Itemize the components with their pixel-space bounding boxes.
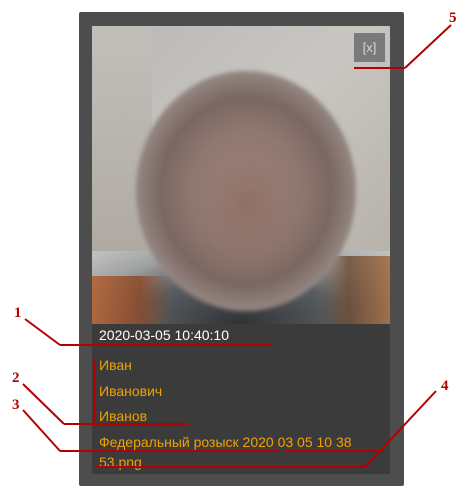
- close-button[interactable]: [x]: [354, 33, 385, 62]
- annotation-marker-5: 5: [449, 10, 457, 26]
- detection-timestamp: 2020-03-05 10:40:10: [99, 327, 229, 343]
- close-icon: [x]: [362, 40, 377, 55]
- person-first-name: Иван: [99, 357, 132, 373]
- watchlist-name: Федеральный розыск: [99, 434, 239, 450]
- person-last-name: Иванов: [99, 408, 148, 424]
- list-and-file: Федеральный розыск 2020 03 05 10 38 53.p…: [99, 432, 391, 472]
- annotation-line-5: [404, 24, 452, 69]
- face-photo: [92, 26, 390, 324]
- annotation-marker-4: 4: [441, 378, 449, 394]
- annotation-marker-3: 3: [12, 397, 20, 413]
- photo-shirt-left: [92, 276, 172, 324]
- annotation-line-1: [24, 318, 61, 346]
- annotation-marker-1: 1: [14, 305, 22, 321]
- blurred-face-shade: [182, 136, 312, 286]
- annotation-marker-2: 2: [12, 370, 20, 386]
- person-middle-name: Иванович: [99, 383, 163, 399]
- annotation-line-2: [22, 383, 65, 425]
- annotation-line-3: [22, 409, 61, 452]
